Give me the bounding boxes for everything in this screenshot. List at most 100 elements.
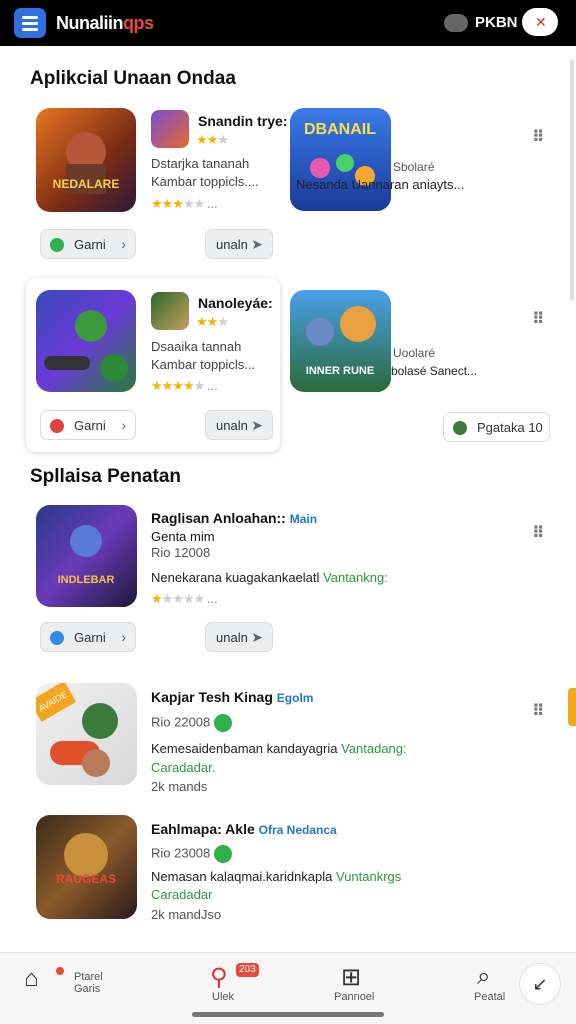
chip-icon <box>50 238 64 252</box>
star-rating: ★★★ <box>196 314 229 329</box>
back-button[interactable]: ↙ <box>519 963 561 1005</box>
more-options-icon[interactable]: ⠿ <box>532 309 546 329</box>
home-icon[interactable]: ⌂ <box>24 965 39 993</box>
game-art-icon: INDLEBAR <box>58 525 115 586</box>
app-name-text: Raglisan Anloahan:: <box>151 510 286 526</box>
logo-accent: qps <box>123 13 154 33</box>
app-icon[interactable]: INDLEBAR <box>36 505 137 607</box>
chevron-right-icon: › <box>121 629 126 645</box>
tag-label: Egolm <box>276 691 314 705</box>
chip-icon <box>50 419 64 433</box>
app-desc: Kambar toppicls.... <box>151 174 259 189</box>
meta-text: Rio 12008 <box>151 545 211 560</box>
chip-icon <box>50 631 64 645</box>
icon-title: INDLEBAR <box>58 574 115 586</box>
nav-badge: 203 <box>236 963 259 977</box>
nav-item-photos[interactable]: Pannoel <box>334 991 374 1003</box>
tag-label: Main <box>289 512 318 526</box>
desc-green: Vuntankrgs <box>336 869 402 884</box>
arrow-icon: ➤ <box>251 236 263 252</box>
app-name: Nanoleyáe: <box>198 295 273 311</box>
app-desc: Nenekarana kuagakankaelatl Vantankng: <box>151 570 388 585</box>
install-button[interactable]: unaln ➤ <box>205 622 273 652</box>
download-count: 2k mandJso <box>151 907 222 922</box>
chip-button[interactable]: Garni › <box>40 410 136 440</box>
location-icon[interactable]: ⚲ <box>210 963 228 992</box>
app-name-text: Eahlmapa: Akle <box>151 821 255 837</box>
side-text: Uoolaré <box>393 346 436 360</box>
more-options-icon[interactable]: ⠿ <box>532 701 546 721</box>
more-options-icon[interactable]: ⠿ <box>532 523 546 543</box>
app-icon[interactable]: RAUGEAS <box>36 815 137 919</box>
verified-icon <box>214 714 233 732</box>
app-meta: Rio 12008 <box>151 545 210 560</box>
star-rating: ★★★ <box>196 132 229 147</box>
icon-title: INNER RUNE <box>306 365 374 377</box>
app-icon[interactable]: AVAIDE <box>36 683 137 785</box>
pill-button[interactable]: Pgataka 10 <box>443 412 550 442</box>
side-text: Sbolaré <box>393 160 435 174</box>
desc-text: Nemasan kalaqmai.karidnkapla <box>151 869 333 884</box>
app-name-text: Kapjar Tesh Kinag <box>151 689 273 705</box>
nav-item-search[interactable]: Peatal <box>474 991 505 1003</box>
game-art-icon <box>44 310 128 382</box>
menu-icon-line <box>22 22 38 25</box>
icon-title: DBANAIL <box>304 121 376 138</box>
app-icon[interactable]: INNER RUNE <box>290 290 391 392</box>
verified-icon <box>214 845 233 863</box>
app-icon[interactable] <box>36 290 136 392</box>
home-indicator[interactable] <box>192 1012 384 1017</box>
section-title: Aplikcial Unaan Ondaa <box>30 68 236 89</box>
app-small-icon <box>151 110 189 148</box>
button-label: unaln <box>216 418 248 433</box>
logo-main: Nunaliin <box>56 13 124 33</box>
app-desc: Nemasan kalaqmai.karidnkapla Vuntankrgs <box>151 869 401 884</box>
app-sub: Genta mim <box>151 529 215 544</box>
user-icon: ✕ <box>535 14 547 30</box>
desc-text: Kemesaidenbaman kandayagria <box>151 741 338 756</box>
photo-icon[interactable]: ⊞ <box>341 963 361 992</box>
nav-item-location[interactable]: Ulek <box>212 991 234 1003</box>
chevron-right-icon: › <box>121 236 126 252</box>
chip-button[interactable]: Garni › <box>40 229 136 259</box>
top-bar: Nunaliinqps PKBN ✕ <box>0 0 576 46</box>
arrow-icon: ➤ <box>251 629 263 645</box>
button-label: unaln <box>216 237 248 252</box>
profile-button[interactable]: ✕ <box>522 8 558 36</box>
app-desc: Kambar toppicls... <box>151 357 256 372</box>
app-desc: Kemesaidenbaman kandayagria Vantadang: <box>151 741 407 756</box>
desc-green: Vantadang: <box>341 741 407 756</box>
icon-title: RAUGEAS <box>56 872 116 886</box>
pill-icon <box>453 421 467 435</box>
tag-label: Ofra Nedanca <box>258 823 337 837</box>
game-art-icon: INNER RUNE <box>306 306 376 377</box>
chip-label: Garni <box>74 630 106 645</box>
cloud-icon <box>444 14 468 32</box>
app-meta: Rio 23008 <box>151 845 233 863</box>
star-rating: ★★★★★ ... <box>151 378 218 393</box>
app-name: Raglisan Anloahan:: Main <box>151 510 317 526</box>
app-meta: Rio 22008 <box>151 714 233 732</box>
app-name: Snandin trye: <box>198 113 288 129</box>
chip-button[interactable]: Garni › <box>40 622 136 652</box>
app-small-icon <box>151 292 189 330</box>
status-text: PKBN <box>475 14 518 31</box>
chip-label: Garni <box>74 418 106 433</box>
install-button[interactable]: unaln ➤ <box>205 229 273 259</box>
icon-title: NEDALARE <box>53 177 120 191</box>
desc-green: Vantankng: <box>323 570 388 585</box>
nav-item-home[interactable]: Ptarel Garis <box>74 971 103 995</box>
app-name: Eahlmapa: Akle Ofra Nedanca <box>151 821 337 837</box>
app-desc: Nesanda Uannaran aniayts... <box>296 177 465 192</box>
more-options-icon[interactable]: ⠿ <box>532 127 546 147</box>
side-handle[interactable] <box>568 688 576 726</box>
install-button[interactable]: unaln ➤ <box>205 410 273 440</box>
app-icon[interactable]: DBANAIL <box>290 108 391 211</box>
app-name: Kapjar Tesh Kinag Egolm <box>151 689 313 705</box>
section-title: Spllaisa Penatan <box>30 466 182 487</box>
app-icon[interactable]: NEDALARE <box>36 108 136 212</box>
menu-button[interactable] <box>14 8 46 38</box>
arrow-icon: ➤ <box>251 417 263 433</box>
scrollbar[interactable] <box>570 60 574 300</box>
search-icon[interactable]: ⌕ <box>477 963 490 991</box>
